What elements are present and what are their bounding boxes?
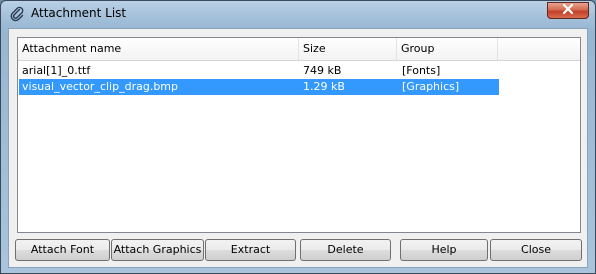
column-header-group[interactable]: Group [397, 38, 498, 60]
attachment-name: arial[1]_0.ttf [22, 64, 91, 77]
paperclip-icon [9, 6, 25, 22]
attachment-size: 749 kB [303, 64, 342, 77]
attachment-group: [Fonts] [402, 64, 441, 77]
close-button[interactable]: Close [490, 239, 582, 261]
close-icon [562, 3, 574, 17]
attachment-group: [Graphics] [402, 80, 460, 93]
delete-button[interactable]: Delete [300, 239, 391, 261]
attachment-list-window: Attachment List Attachment name Size Gro… [0, 0, 596, 274]
window-close-button[interactable] [547, 2, 589, 19]
dialog-body: Attachment name Size Group arial[1]_0.tt… [8, 28, 588, 268]
list-row[interactable]: arial[1]_0.ttf 749 kB [Fonts] [19, 63, 499, 79]
window-title: Attachment List [31, 6, 127, 20]
attachment-list[interactable]: Attachment name Size Group arial[1]_0.tt… [17, 37, 581, 233]
list-row-selected[interactable]: visual_vector_clip_drag.bmp 1.29 kB [Gra… [19, 79, 499, 95]
extract-button[interactable]: Extract [205, 239, 296, 261]
attach-font-button[interactable]: Attach Font [15, 239, 110, 261]
attachment-size: 1.29 kB [303, 80, 345, 93]
help-button[interactable]: Help [400, 239, 488, 261]
attachment-name: visual_vector_clip_drag.bmp [22, 80, 179, 93]
column-header-attachment-name[interactable]: Attachment name [18, 38, 299, 60]
list-header: Attachment name Size Group [18, 38, 580, 61]
title-bar[interactable]: Attachment List [1, 1, 595, 27]
attach-graphics-button[interactable]: Attach Graphics [111, 239, 204, 261]
column-header-size[interactable]: Size [299, 38, 397, 60]
